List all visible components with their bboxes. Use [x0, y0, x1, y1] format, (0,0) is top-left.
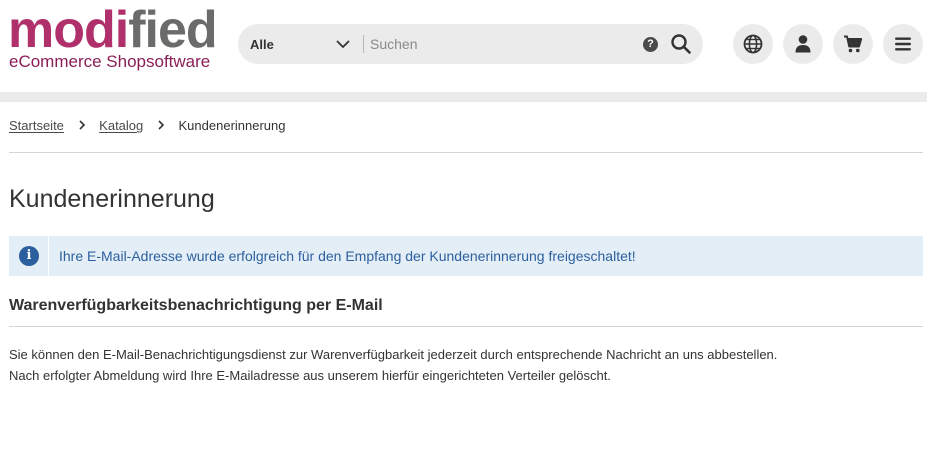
chevron-down-icon[interactable]	[336, 39, 350, 49]
info-alert: i Ihre E-Mail-Adresse wurde erfolgreich …	[9, 236, 923, 276]
body-text: Sie können den E-Mail-Benachrichtigungsd…	[9, 344, 777, 386]
breadcrumb-link-catalog[interactable]: Katalog	[99, 118, 143, 133]
language-button[interactable]	[733, 24, 773, 64]
logo-word-pink: modi	[8, 1, 129, 59]
menu-icon	[895, 37, 911, 51]
help-icon[interactable]: ?	[643, 37, 658, 52]
cart-icon	[844, 35, 863, 53]
search-category-select[interactable]: Alle	[250, 24, 274, 64]
body-line: Nach erfolgter Abmeldung wird Ihre E-Mai…	[9, 368, 611, 383]
alert-icon-box: i	[9, 236, 49, 276]
globe-icon	[743, 34, 763, 54]
chevron-right-icon	[78, 120, 85, 130]
header-divider	[0, 92, 927, 102]
search-divider	[363, 35, 364, 53]
site-logo[interactable]: modified eCommerce Shopsoftware	[8, 4, 218, 74]
site-header: modified eCommerce Shopsoftware Alle ?	[0, 0, 927, 92]
page-title: Kundenerinnerung	[9, 185, 215, 213]
section-title: Warenverfügbarkeitsbenachrichtigung per …	[9, 297, 383, 314]
search-bar: Alle ?	[238, 24, 703, 64]
search-icon[interactable]	[670, 33, 692, 55]
search-input[interactable]	[370, 32, 630, 56]
divider	[9, 152, 923, 153]
logo-tagline: eCommerce Shopsoftware	[9, 52, 211, 71]
breadcrumb: Startseite Katalog Kundenerinnerung	[9, 118, 286, 138]
menu-button[interactable]	[883, 24, 923, 64]
info-icon: i	[19, 246, 39, 266]
breadcrumb-link-home[interactable]: Startseite	[9, 118, 64, 133]
alert-message: Ihre E-Mail-Adresse wurde erfolgreich fü…	[59, 248, 636, 264]
cart-button[interactable]	[833, 24, 873, 64]
logo-word-gray: fied	[128, 1, 217, 59]
logo-wordmark: modified	[8, 1, 218, 59]
chevron-right-icon	[158, 120, 165, 130]
user-icon	[795, 35, 811, 53]
breadcrumb-current: Kundenerinnerung	[178, 118, 286, 133]
divider	[9, 326, 923, 327]
body-line: Sie können den E-Mail-Benachrichtigungsd…	[9, 347, 778, 362]
account-button[interactable]	[783, 24, 823, 64]
